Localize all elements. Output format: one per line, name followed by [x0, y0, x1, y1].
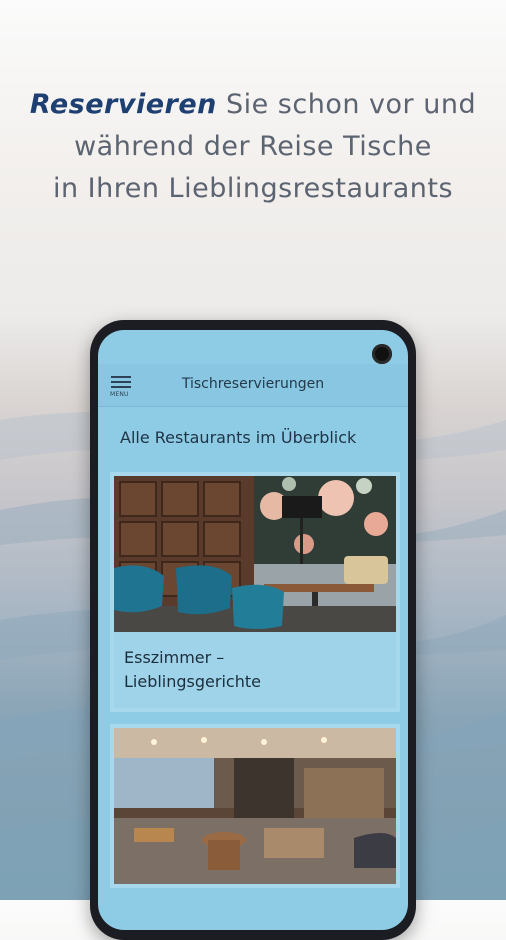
app-bar: MENU Tischreservierungen — [98, 364, 408, 407]
restaurant-name: Esszimmer – Lieblingsgerichte — [114, 632, 396, 708]
app-title: Tischreservierungen — [181, 376, 325, 392]
restaurant-card[interactable]: Esszimmer – Lieblingsgerichte — [110, 472, 400, 712]
front-camera — [372, 344, 392, 364]
restaurant-photo — [114, 728, 396, 884]
app-screen: MENU Tischreservierungen Alle Restaurant… — [98, 330, 408, 930]
restaurant-card[interactable] — [110, 724, 400, 888]
restaurant-photo — [114, 476, 396, 632]
headline-line2: während der Reise Tische — [74, 131, 432, 162]
section-title: Alle Restaurants im Überblick — [120, 428, 357, 447]
phone-frame: MENU Tischreservierungen Alle Restaurant… — [90, 320, 416, 940]
menu-label: MENU — [110, 391, 129, 398]
headline-line1: Sie schon vor und — [216, 89, 477, 120]
promo-headline: Reservieren Sie schon vor und während de… — [0, 84, 506, 210]
headline-emphasis: Reservieren — [29, 89, 217, 120]
headline-line3: in Ihren Lieblingsrestaurants — [52, 173, 454, 204]
